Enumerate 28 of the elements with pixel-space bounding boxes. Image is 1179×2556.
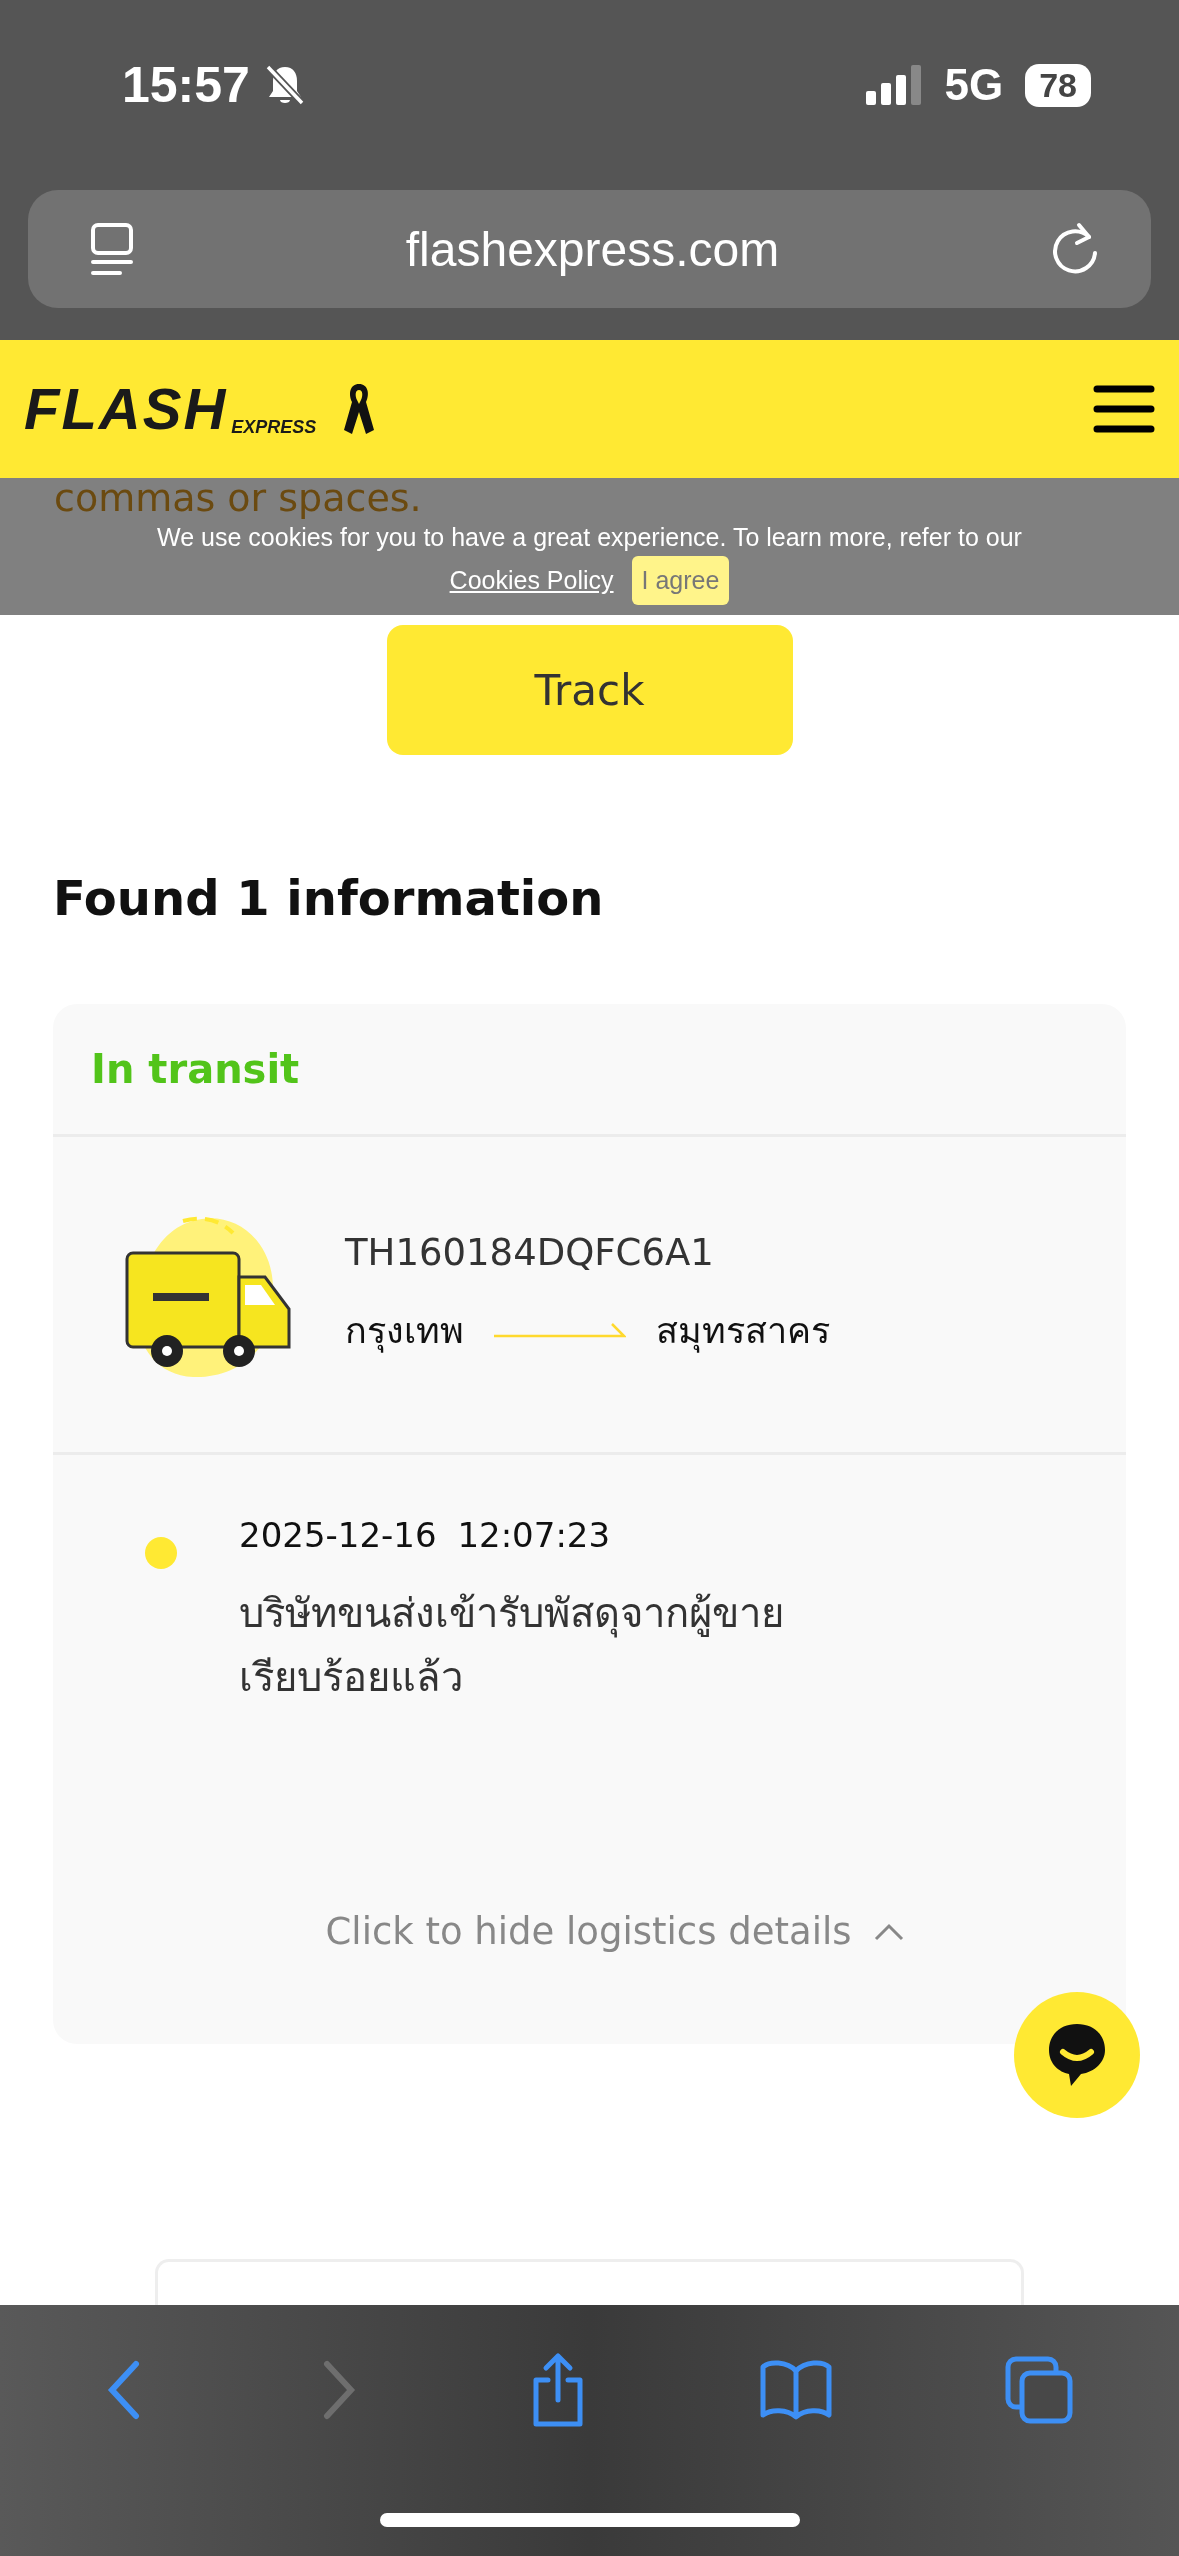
network-label: 5G [944,60,1004,110]
agree-button[interactable]: I agree [631,556,730,605]
shipment-status: In transit [91,1046,300,1092]
hint-text: commas or spaces. [54,478,422,518]
url-text: flashexpress.com [405,221,780,277]
cookie-message: We use cookies for you to have a great experience. To learn more, refer to our [157,522,1022,552]
event-description: บริษัทขนส่งเข้ารับพัสดุจากผู้ขายเรียบร้อยแล้ว [239,1589,785,1702]
track-button[interactable]: Track [386,625,793,755]
chat-icon [1047,2022,1107,2088]
destination-city: สมุทรสาคร [656,1308,830,1355]
timeline-dot [145,1537,177,1569]
origin-city: กรุงเทพ [345,1308,464,1355]
status-time: 15:57 [122,56,250,114]
battery-level: 78 [1025,63,1091,107]
event-time: 2025-12-16 12:07:23 [239,1515,612,1555]
results-title: Found 1 information [53,870,605,926]
chevron-up-icon [873,1921,906,1942]
flash-express-logo[interactable]: FLASH EXPRESS [24,380,317,438]
page-menu-icon [90,222,134,276]
tracking-number: TH160184DQFC6A1 [345,1230,715,1274]
tabs-icon [1003,2355,1074,2425]
signal-icon [866,65,923,105]
menu-icon[interactable] [1093,384,1155,434]
hide-details-toggle[interactable]: Click to hide logistics details [319,1909,912,1954]
address-bar[interactable]: flashexpress.com [28,190,1151,308]
cookies-policy-link[interactable]: Cookies Policy [449,566,614,595]
book-icon [758,2359,833,2421]
muted-bell-icon [263,63,306,107]
